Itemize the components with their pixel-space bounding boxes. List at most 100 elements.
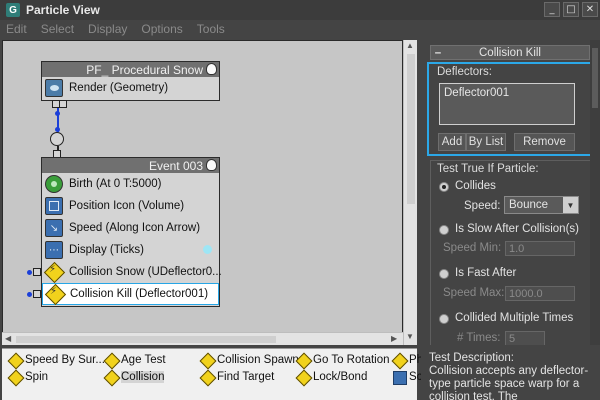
node-event-003[interactable]: Event 003 Birth (At 0 T:5000) Position I… — [41, 157, 222, 307]
speed-max-label: Speed Max: — [443, 287, 505, 299]
rollout-title: Collision Kill — [479, 46, 541, 59]
speed-min-spinner[interactable]: 1.0 — [505, 241, 575, 256]
test-icon — [200, 353, 214, 367]
scroll-left-icon[interactable]: ◀ — [5, 334, 11, 343]
parameters-panel: – Collision Kill Deflectors: Deflector00… — [421, 40, 600, 345]
test-true-if-group: Test True If Particle: Collides Speed: B… — [430, 160, 594, 345]
rollout-header[interactable]: – Collision Kill — [430, 45, 590, 60]
operator-display[interactable]: ⋯ Display (Ticks) — [42, 239, 219, 261]
depot-item[interactable]: Speed By Sur... — [8, 353, 105, 367]
menu-select[interactable]: Select — [41, 22, 74, 36]
menu-options[interactable]: Options — [141, 22, 182, 36]
depot-item[interactable]: Collision Spawn — [200, 353, 299, 367]
scroll-up-icon[interactable]: ▲ — [406, 41, 414, 50]
depot-item[interactable]: Age Test — [104, 353, 166, 367]
speed-label: Speed: — [464, 200, 501, 212]
fast-after-radio[interactable] — [439, 269, 449, 279]
remove-button[interactable]: Remove — [514, 133, 575, 151]
node-title: Event 003 — [148, 158, 203, 173]
test-group-label: Test True If Particle: — [437, 163, 539, 175]
test-icon — [296, 353, 310, 367]
depot-item-label: Age Test — [121, 354, 166, 366]
lightbulb-icon[interactable] — [206, 159, 217, 171]
depot-item-selected[interactable]: Collision — [104, 370, 165, 384]
speed-selected-value: Bounce — [509, 199, 549, 211]
connector-circle[interactable] — [50, 132, 64, 146]
speed-dropdown[interactable]: Bounce ▼ — [504, 196, 579, 214]
panel-scrollbar[interactable] — [590, 40, 600, 345]
position-icon — [45, 197, 63, 215]
depot-item[interactable]: Sc — [392, 370, 422, 385]
particle-graph-canvas[interactable]: PF_ Procedural Snow Render (Geometry) Ev… — [2, 40, 403, 345]
node-header[interactable]: Event 003 — [42, 158, 219, 173]
depot-item[interactable]: Spin — [8, 370, 48, 384]
node-title: PF_ Procedural Snow — [86, 62, 203, 77]
operator-collision-snow[interactable]: Collision Snow (UDeflector0... — [42, 261, 222, 283]
collision-test-icon — [45, 263, 63, 281]
deflectors-label: Deflectors: — [437, 66, 492, 78]
deflectors-group: Deflectors: Deflector001 Add By List Rem… — [427, 62, 594, 156]
slow-after-radio[interactable] — [439, 225, 449, 235]
wire-dot — [55, 111, 60, 116]
test-output-socket[interactable] — [33, 290, 41, 298]
wire-dot — [27, 292, 32, 297]
menu-display[interactable]: Display — [88, 22, 127, 36]
operator-collision-kill[interactable]: Collision Kill (Deflector001) — [42, 283, 219, 305]
deflector-list[interactable]: Deflector001 — [439, 83, 575, 125]
list-item[interactable]: Deflector001 — [444, 87, 570, 99]
window-controls: _ □ ✕ — [544, 2, 598, 17]
times-spinner[interactable]: 5 — [505, 331, 545, 345]
depot-item[interactable]: Ph — [392, 353, 423, 367]
app-icon: G — [6, 3, 20, 17]
by-list-button[interactable]: By List — [466, 133, 506, 151]
graph-vertical-scrollbar[interactable]: ▲ ▼ — [403, 40, 417, 345]
birth-icon — [45, 175, 63, 193]
operator-position-icon[interactable]: Position Icon (Volume) — [42, 195, 219, 217]
scroll-thumb[interactable] — [16, 336, 276, 343]
operator-render[interactable]: Render (Geometry) — [42, 77, 219, 99]
multiple-times-radio[interactable] — [439, 314, 449, 324]
chevron-down-icon[interactable]: ▼ — [563, 197, 578, 213]
node-header[interactable]: PF_ Procedural Snow — [42, 62, 219, 77]
scroll-thumb[interactable] — [592, 48, 598, 108]
close-button[interactable]: ✕ — [582, 2, 598, 17]
output-socket[interactable] — [59, 100, 67, 108]
depot-item[interactable]: Go To Rotation — [296, 353, 390, 367]
test-output-socket[interactable] — [33, 268, 41, 276]
scroll-right-icon[interactable]: ▶ — [391, 334, 397, 343]
collision-test-icon — [46, 285, 64, 303]
operator-speed[interactable]: ↘ Speed (Along Icon Arrow) — [42, 217, 219, 239]
maximize-button[interactable]: □ — [563, 2, 579, 17]
multiple-times-label: Collided Multiple Times — [455, 312, 574, 324]
menu-tools[interactable]: Tools — [197, 22, 225, 36]
test-icon — [104, 370, 118, 384]
operator-birth[interactable]: Birth (At 0 T:5000) — [42, 173, 219, 195]
depot-item[interactable]: Find Target — [200, 370, 274, 384]
node-pf-procedural-snow[interactable]: PF_ Procedural Snow Render (Geometry) — [41, 61, 220, 101]
test-icon — [296, 370, 310, 384]
description-panel: Test Description: Collision accepts any … — [421, 348, 600, 400]
render-icon — [45, 79, 63, 97]
depot-item-label: Find Target — [217, 371, 275, 383]
test-icon — [104, 353, 118, 367]
speed-min-label: Speed Min: — [443, 242, 502, 254]
add-button[interactable]: Add — [438, 133, 466, 151]
scroll-thumb[interactable] — [407, 54, 415, 204]
times-label: # Times: — [457, 332, 501, 344]
speed-icon: ↘ — [45, 219, 63, 237]
display-icon: ⋯ — [45, 241, 63, 259]
test-icon — [392, 353, 406, 367]
graph-horizontal-scrollbar[interactable]: ◀ ▶ — [2, 332, 403, 345]
collides-radio[interactable] — [439, 182, 449, 192]
menu-edit[interactable]: Edit — [6, 22, 27, 36]
operator-label: Collision Kill (Deflector001) — [70, 288, 209, 300]
minimize-button[interactable]: _ — [544, 2, 560, 17]
fast-after-label: Is Fast After — [455, 267, 517, 279]
window-title: Particle View — [26, 3, 100, 17]
lightbulb-icon[interactable] — [206, 63, 217, 75]
depot-item[interactable]: Lock/Bond — [296, 370, 367, 384]
menu-bar: Edit Select Display Options Tools — [0, 20, 600, 38]
scroll-down-icon[interactable]: ▼ — [406, 332, 414, 341]
speed-max-spinner[interactable]: 1000.0 — [505, 286, 575, 301]
collapse-icon[interactable]: – — [431, 47, 445, 59]
